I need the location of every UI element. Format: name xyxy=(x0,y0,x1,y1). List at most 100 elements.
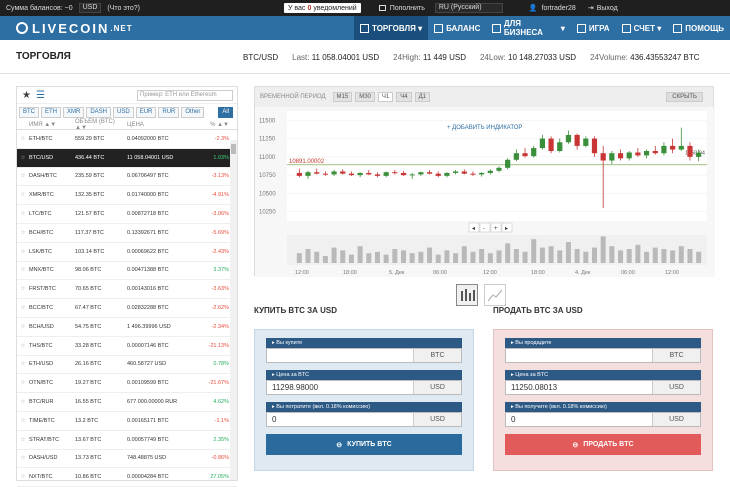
market-row[interactable]: ☆ BCH/BTC 117.37 BTC 0.13392671 BTC -5.69% xyxy=(17,224,237,243)
favorite-star-icon[interactable]: ☆ xyxy=(17,155,29,161)
market-row[interactable]: ☆ BCC/BTC 67.47 BTC 0.02832288 BTC -2.62% xyxy=(17,299,237,318)
favorite-star-icon[interactable]: ☆ xyxy=(17,474,29,480)
currency-tab-usd[interactable]: USD xyxy=(113,106,134,118)
favorite-star-icon[interactable]: ☆ xyxy=(17,192,29,198)
market-row[interactable]: ☆ XMR/BTC 132.35 BTC 0.01740000 BTC -4.91% xyxy=(17,186,237,206)
period-button-4[interactable]: Д1 xyxy=(414,92,430,102)
scrollbar-thumb[interactable] xyxy=(231,144,236,154)
currency-tab-xmr[interactable]: XMR xyxy=(63,106,85,118)
buy-button[interactable]: ⊖ КУПИТЬ BTC xyxy=(266,434,462,455)
favorite-star-icon[interactable]: ☆ xyxy=(17,136,29,142)
favorite-star-icon[interactable]: ☆ xyxy=(17,437,29,443)
currency-tab-eur[interactable]: EUR xyxy=(135,106,157,118)
currency-tab-btc[interactable]: BTC xyxy=(19,106,39,118)
market-row[interactable]: ☆ ETH/BTC 559.29 BTC 0.04092000 BTC -2.3% xyxy=(17,130,237,149)
currency-tab-all[interactable]: All xyxy=(218,106,233,118)
sell-amount-input[interactable] xyxy=(506,349,652,362)
buy-amount-input[interactable] xyxy=(267,349,413,362)
market-row[interactable]: ☆ TIME/BTC 13.2 BTC 0.00165171 BTC -1.1% xyxy=(17,412,237,431)
sell-amount-field: ▸ Вы продадите BTC xyxy=(505,338,701,363)
period-button-1[interactable]: M30 xyxy=(355,92,375,102)
markets-scrollbar[interactable] xyxy=(230,140,237,480)
favorite-star-icon[interactable]: ☆ xyxy=(17,343,29,349)
market-row[interactable]: ☆ MNX/BTC 98.06 BTC 0.00471388 BTC 3.37% xyxy=(17,262,237,281)
favorite-star-icon[interactable]: ☆ xyxy=(17,249,29,255)
sell-total-field: ▸ Вы получите (вкл. 0.18% комиссию) 0 USD xyxy=(505,402,701,427)
market-row[interactable]: ☆ ETH/USD 26.16 BTC 460.58727 USD 0.78% xyxy=(17,356,237,375)
volume-bar xyxy=(496,250,502,263)
favorite-star-icon[interactable]: ☆ xyxy=(17,324,29,330)
depth-chart-toggle[interactable] xyxy=(484,284,506,306)
sell-amount-label: ▸ Вы продадите xyxy=(505,338,701,348)
period-button-2[interactable]: Ч1 xyxy=(377,92,394,102)
hide-chart-button[interactable]: СКРЫТЬ xyxy=(666,92,703,102)
favorite-star-icon[interactable]: ☆ xyxy=(17,399,29,405)
menu-account[interactable]: СЧЕТ ▾ xyxy=(616,16,668,40)
sell-button[interactable]: ⊖ ПРОДАТЬ BTC xyxy=(505,434,701,455)
favorite-star-icon[interactable]: ☆ xyxy=(17,230,29,236)
candlestick-chart[interactable]: 11500 11250 11000 10750 10500 10250 10891.0000… xyxy=(255,107,715,277)
favorite-star-icon[interactable]: ☆ xyxy=(17,173,29,179)
col-change[interactable]: % ▲▼ xyxy=(199,122,229,128)
sell-total-input[interactable]: 0 xyxy=(506,413,652,426)
volume-bar xyxy=(652,247,658,263)
market-name: BCH/BTC xyxy=(29,229,54,236)
currency-tab-dash[interactable]: DASH xyxy=(86,106,112,118)
notifications-badge[interactable]: У вас 0 уведомлений xyxy=(284,3,361,13)
market-name: BCH/USD xyxy=(29,323,54,330)
favorite-star-icon[interactable]: ☆ xyxy=(17,380,29,386)
market-row[interactable]: ☆ BTC/USD 436.44 BTC 11 058.04001 USD 1.03% xyxy=(17,148,237,168)
col-name[interactable]: ИМЯ ▲▼ xyxy=(29,122,75,128)
favorite-star-icon[interactable]: ☆ xyxy=(17,361,29,367)
deposit-link[interactable]: Пополнить xyxy=(378,5,425,12)
buy-total-input[interactable]: 0 xyxy=(267,413,413,426)
favorite-star-icon[interactable]: ☆ xyxy=(17,211,29,217)
market-search-input[interactable]: Пример: ETH или Ethereum xyxy=(137,89,233,101)
period-button-0[interactable]: M15 xyxy=(332,92,353,102)
market-row[interactable]: ☆ DASH/USD 13.73 BTC 748.48875 USD -0.86% xyxy=(17,450,237,469)
whats-this-link[interactable]: (Что это?) xyxy=(107,5,140,12)
market-row[interactable]: ☆ THS/BTC 33.28 BTC 0.00007146 BTC -21.13% xyxy=(17,337,237,356)
menu-business[interactable]: ДЛЯ БИЗНЕСА ▾ xyxy=(486,16,571,40)
market-change: -3.13% xyxy=(211,173,229,180)
menu-help[interactable]: ПОМОЩЬ xyxy=(667,16,730,40)
market-row[interactable]: ☆ DASH/BTC 235.59 BTC 0.06706497 BTC -3.13% xyxy=(17,168,237,187)
user-menu[interactable]: 👤 fortrader28 xyxy=(529,4,576,13)
currency-tab-rur[interactable]: RUR xyxy=(158,106,180,118)
sell-price-field: ▸ Цена за BTC 11250.08013 USD xyxy=(505,370,701,395)
favorite-star-icon[interactable]: ☆ xyxy=(17,455,29,461)
col-volume[interactable]: ОБЪЕМ (BTC) ▲▼ xyxy=(75,119,127,131)
price-chart-panel: ВРЕМЕННОЙ ПЕРИОД M15 M30 Ч1 Ч4 Д1 СКРЫТЬ 115… xyxy=(254,86,715,277)
market-row[interactable]: ☆ STRAT/BTC 13.67 BTC 0.00057749 BTC 2.35% xyxy=(17,431,237,450)
currency-select[interactable]: USD xyxy=(78,3,102,13)
add-indicator-button[interactable]: + ДОБАВИТЬ ИНДИКАТОР xyxy=(447,125,522,131)
favorites-star-icon[interactable]: ★ xyxy=(22,90,31,101)
candle-chart-toggle[interactable] xyxy=(456,284,478,306)
favorite-star-icon[interactable]: ☆ xyxy=(17,286,29,292)
logo[interactable]: LIVECOIN .NET xyxy=(16,21,133,36)
sell-price-input[interactable]: 11250.08013 xyxy=(506,381,652,394)
volume-bar xyxy=(591,247,597,263)
favorite-star-icon[interactable]: ☆ xyxy=(17,305,29,311)
language-select[interactable]: RU (Русский) xyxy=(434,3,503,13)
market-row[interactable]: ☆ LSK/BTC 103.14 BTC 0.00069622 BTC -2.43% xyxy=(17,243,237,262)
menu-trading[interactable]: ТОРГОВЛЯ ▾ xyxy=(354,16,429,40)
menu-balance[interactable]: БАЛАНС xyxy=(428,16,486,40)
market-row[interactable]: ☆ OTN/BTC 19.27 BTC 0.00109599 BTC -21.67% xyxy=(17,374,237,394)
market-row[interactable]: ☆ BTC/RUR 16.55 BTC 677 000.00000 RUR 4.62% xyxy=(17,393,237,412)
favorite-star-icon[interactable]: ☆ xyxy=(17,267,29,273)
period-button-3[interactable]: Ч4 xyxy=(396,92,412,102)
buy-price-input[interactable]: 11298.98000 xyxy=(267,381,413,394)
market-row[interactable]: ☆ FRST/BTC 70.65 BTC 0.00143016 BTC -3.63% xyxy=(17,280,237,300)
market-row[interactable]: ☆ BCH/USD 54.75 BTC 1 496.39996 USD -2.34% xyxy=(17,318,237,337)
last-value: 11 058.04001 USD xyxy=(311,53,380,62)
logout-link[interactable]: ⇥ Выход xyxy=(588,4,618,13)
market-row[interactable]: ☆ NXT/BTC 10.86 BTC 0.00004284 BTC 27.05% xyxy=(17,468,237,487)
list-view-icon[interactable]: ☰ xyxy=(36,90,45,101)
market-row[interactable]: ☆ LTC/BTC 121.57 BTC 0.00872718 BTC -3.06% xyxy=(17,205,237,224)
menu-game[interactable]: ИГРА xyxy=(571,16,616,40)
x-tick-label: 12:00 xyxy=(295,270,309,276)
favorite-star-icon[interactable]: ☆ xyxy=(17,418,29,424)
currency-tab-other[interactable]: Other xyxy=(181,106,205,118)
currency-tab-eth[interactable]: ETH xyxy=(41,106,61,118)
